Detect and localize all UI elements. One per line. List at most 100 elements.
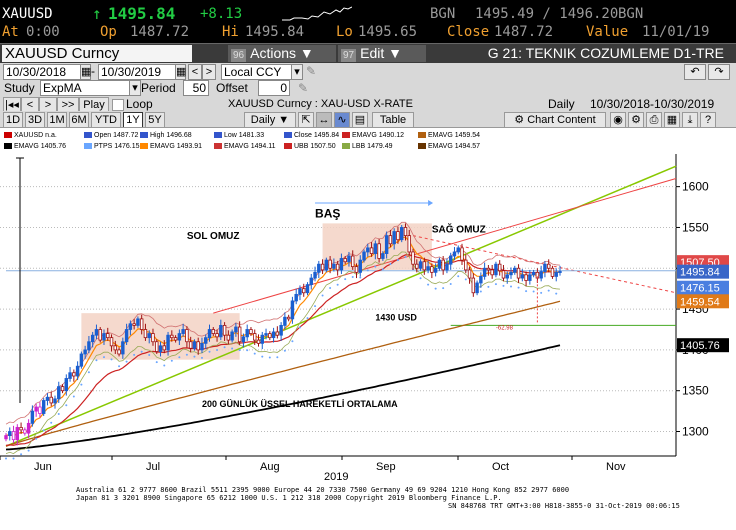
candle-body <box>72 372 76 377</box>
settings-icon[interactable]: ⚙ <box>628 112 644 128</box>
ptps-dot <box>87 371 90 374</box>
period-button-6m[interactable]: 6M <box>69 112 89 128</box>
value-label: Value <box>586 24 629 40</box>
redo-icon[interactable]: ↷ <box>708 64 730 80</box>
chevron-left-icon[interactable]: < <box>188 64 202 80</box>
candle-body <box>358 259 362 273</box>
export-icon[interactable]: ⤓ <box>682 112 698 128</box>
ptps-dot <box>442 287 445 290</box>
candle-body <box>253 333 257 341</box>
legend-text: Low 1481.33 <box>224 132 265 139</box>
edit-menu-button[interactable]: 97 Edit ▼ <box>338 45 426 62</box>
bgn-label-1: BGN <box>430 6 456 22</box>
chevron-right-icon[interactable]: > <box>202 64 216 80</box>
frequency-dropdown[interactable]: Daily ▼ <box>244 112 296 128</box>
calendar-icon[interactable]: ▦ <box>175 64 186 80</box>
undo-icon[interactable]: ↶ <box>684 64 706 80</box>
chevron-down-icon[interactable]: ▾ <box>291 64 303 80</box>
study-select[interactable]: ExpMA <box>40 80 130 96</box>
candle-body <box>426 266 430 271</box>
legend-item: Close 1495.84 <box>284 131 339 140</box>
pan-icon[interactable]: ↔ <box>316 112 332 128</box>
ptps-dot <box>223 346 226 349</box>
ptps-dot <box>336 283 339 286</box>
eye-icon[interactable]: ◉ <box>610 112 626 128</box>
ptps-dot <box>27 449 30 452</box>
period-button-1m[interactable]: 1M <box>47 112 67 128</box>
ptps-dot <box>200 356 203 359</box>
legend-text: XAUUSD n.a. <box>14 132 57 139</box>
candle-body <box>539 271 543 279</box>
pencil-icon[interactable]: ✎ <box>306 63 316 79</box>
frequency-label: Daily <box>548 97 575 111</box>
candle-body <box>407 235 411 253</box>
legend-text: High 1496.68 <box>150 132 192 139</box>
date-from-input[interactable]: 10/30/2018 <box>3 64 81 80</box>
zoom-icon[interactable]: ⇱ <box>298 112 314 128</box>
period-input[interactable]: 50 <box>183 80 209 96</box>
grid-icon[interactable]: ▦ <box>664 112 680 128</box>
table-button[interactable]: Table <box>372 112 414 128</box>
ptps-dot <box>517 286 520 289</box>
candle-body <box>366 247 370 253</box>
period-button-ytd[interactable]: YTD <box>91 112 121 128</box>
actions-menu-button[interactable]: 96 Actions ▼ <box>228 45 336 62</box>
chart-content-button[interactable]: ⚙ Chart Content <box>504 112 606 128</box>
period-button-1y[interactable]: 1Y <box>123 112 143 128</box>
legend-text: EMAVG 1490.12 <box>352 132 405 139</box>
price-tag-label: 1495.84 <box>680 267 720 279</box>
ptps-dot <box>261 355 264 358</box>
open-value: 1487.72 <box>130 24 190 40</box>
calendar-icon[interactable]: ▦ <box>80 64 91 80</box>
candle-body <box>302 288 306 294</box>
candle-body <box>471 277 476 294</box>
legend-item: EMAVG 1490.12 <box>342 131 404 140</box>
legend-swatch <box>418 132 426 139</box>
pencil-icon[interactable]: ✎ <box>298 80 308 96</box>
period-button-5y[interactable]: 5Y <box>145 112 165 128</box>
offset-input[interactable]: 0 <box>258 80 290 96</box>
candle-body <box>241 336 246 343</box>
sparkline-chart <box>282 6 352 21</box>
candle-body <box>185 329 189 343</box>
ticker-field[interactable]: XAUUSD Curncy <box>2 45 192 62</box>
candle-body <box>467 269 472 279</box>
edit-menu-number: 97 <box>341 49 357 62</box>
chevron-down-icon[interactable]: ▾ <box>129 80 141 96</box>
candle-body <box>23 429 27 434</box>
print-icon[interactable]: ⎙ <box>646 112 662 128</box>
line-chart-icon[interactable]: ∿ <box>334 112 350 128</box>
ptps-dot <box>381 268 384 271</box>
candle-body <box>313 271 317 279</box>
legend-text: EMAVG 1405.76 <box>14 143 67 150</box>
loop-checkbox[interactable] <box>112 99 124 111</box>
candle-body <box>166 334 170 351</box>
candle-body <box>430 266 434 273</box>
table-grid-icon[interactable]: ▤ <box>352 112 368 128</box>
period-button-3d[interactable]: 3D <box>25 112 45 128</box>
date-to-input[interactable]: 10/30/2019 <box>98 64 176 80</box>
period-toolbar: 1D 3D 1M 6M YTD 1Y 5Y Daily ▼ ⇱ ↔ ∿ ▤ Table ⚙ … <box>0 111 736 128</box>
ptps-dot <box>178 356 181 359</box>
ptps-dot <box>359 276 362 279</box>
period-button-1d[interactable]: 1D <box>3 112 23 128</box>
candle-body <box>102 333 106 341</box>
candle-body <box>422 261 427 271</box>
legend-item: XAUUSD n.a. <box>4 131 57 140</box>
annotation-ema200: 200 GÜNLÜK ÜSSEL HAREKETLİ ORTALAMA <box>202 399 398 409</box>
help-icon[interactable]: ? <box>700 112 716 128</box>
candle-body <box>264 333 268 336</box>
ptps-dot <box>193 355 196 358</box>
currency-select[interactable]: Local CCY <box>221 64 295 80</box>
ptps-dot <box>102 356 105 359</box>
ptps-dot <box>133 353 136 356</box>
ptps-dot <box>118 365 121 368</box>
legend-text: EMAVG 1459.54 <box>428 132 481 139</box>
ptps-dot <box>298 326 301 329</box>
open-label: Op <box>100 24 117 40</box>
candle-body <box>279 325 283 336</box>
ptps-dot <box>502 284 505 287</box>
candle-body <box>399 227 404 241</box>
candle-body <box>4 435 8 440</box>
ptps-dot <box>306 317 309 320</box>
